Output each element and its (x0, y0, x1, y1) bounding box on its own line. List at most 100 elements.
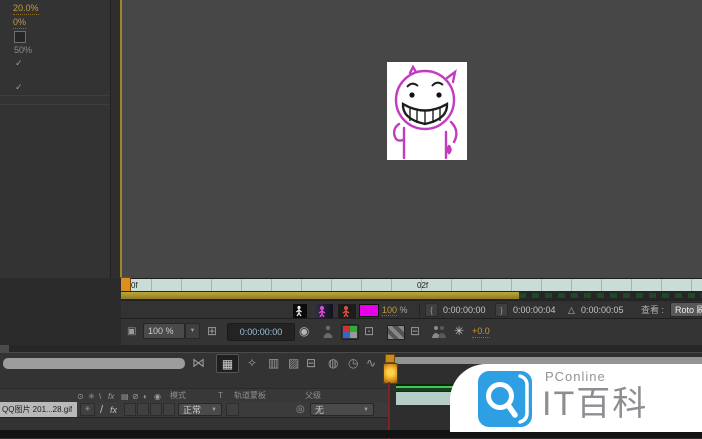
after-effects-window: { "colors": { "accent_orange": "#c79a45"… (0, 0, 702, 438)
switch-cell[interactable] (163, 403, 175, 416)
view-select-value: Roto 刷 (675, 304, 702, 316)
toggle-alpha-button[interactable] (292, 303, 308, 319)
layer-row[interactable]: QQ图片 201...28.gif ✳ / fx 正常 ▼ ◎ 无 ▼ (0, 402, 388, 418)
people-icon (431, 325, 447, 338)
region-of-interest-button[interactable]: ⊟ (410, 324, 420, 338)
overlay-opacity-value[interactable]: 100 (382, 305, 397, 316)
viewer-time-ruler[interactable]: 0f 02f (121, 278, 702, 292)
duration-delta-glyph: △ (568, 304, 575, 316)
live-update-button[interactable]: ▦ (216, 354, 239, 373)
layer-name: QQ图片 201...28.gif (0, 404, 72, 415)
exposure-value[interactable]: +0.0 (472, 325, 490, 338)
magnification-select[interactable]: 100 % (143, 323, 185, 339)
brainstorm-button[interactable]: ◍ (328, 356, 338, 370)
trkmat-t-header[interactable]: T (218, 390, 223, 402)
parent-column-header[interactable]: 父级 (305, 390, 321, 402)
roto-brush-bar: 100 % { 0:00:00:00 } 0:00:00:04 △ 0:00:0… (121, 300, 702, 319)
watermark-title: IT百科 (542, 384, 648, 424)
magnification-value: 100 % (148, 326, 174, 336)
show-channel-button[interactable] (341, 324, 359, 340)
viewer-toolbar: ▣ 100 % ▼ ⊞ 0:00:00:00 ◉ ⊡ ⊟ ✳ +0.0 (121, 318, 702, 347)
motion-blur-button[interactable]: ⊟ (306, 356, 316, 370)
current-time-field[interactable]: 0:00:00:00 (227, 323, 295, 341)
shy-layers-button[interactable]: ▥ (268, 356, 279, 370)
grid-icon: ▦ (222, 357, 233, 371)
footage-frame[interactable] (387, 62, 467, 160)
timeline-scrollbar[interactable] (3, 358, 185, 369)
parent-select[interactable]: 无 ▼ (310, 403, 374, 416)
view-label: 查看 : (641, 304, 664, 316)
graph-editor-button[interactable]: ∿ (366, 356, 376, 370)
roto-duration: 0:00:00:05 (581, 304, 624, 316)
switch-cell[interactable] (150, 403, 162, 416)
trkmat-cell[interactable] (226, 403, 239, 416)
switch-cell[interactable] (137, 403, 149, 416)
parent-value: 无 (315, 403, 324, 416)
panel-gap (0, 345, 702, 352)
property-value-3[interactable]: 50% (14, 44, 32, 56)
roto-separator (419, 303, 420, 317)
track-matte-header[interactable]: 轨道蒙板 (234, 390, 266, 402)
chevron-down-icon: ▼ (363, 407, 369, 413)
current-time-value: 0:00:00:00 (240, 326, 283, 338)
in-bracket-glyph: { (430, 306, 433, 315)
roto-out-time[interactable]: 0:00:00:04 (513, 304, 556, 316)
safe-zones-button[interactable]: ⊞ (207, 324, 217, 338)
roto-in-time[interactable]: 0:00:00:00 (443, 304, 486, 316)
exposure-button[interactable]: ✳ (454, 324, 464, 338)
watermark-card: PConline IT百科 (450, 364, 702, 432)
snapshot-button[interactable]: ◉ (299, 324, 309, 338)
watermark-logo (478, 371, 532, 432)
frame-blend-button[interactable]: ▨ (288, 356, 299, 370)
overlay-color-swatch[interactable] (359, 304, 379, 317)
cartoon-character-image (387, 62, 467, 160)
property-checkbox[interactable] (14, 31, 26, 43)
column-header-row: ⊙ ✳ \ fx ▤ ⊘ ◐ ◉ 模式 T 轨道蒙板 父级 (0, 388, 388, 403)
render-progress-bar (121, 292, 519, 299)
out-bracket-glyph: } (500, 306, 503, 315)
in-bracket-button[interactable]: { (425, 303, 438, 317)
walking-person-icon (293, 305, 305, 317)
pixel-aspect-button[interactable] (431, 325, 447, 343)
render-progress-track (121, 291, 702, 300)
chevron-down-icon: ▼ (190, 328, 196, 334)
row-divider (0, 95, 110, 96)
draft-3d-button[interactable]: ✧ (247, 356, 257, 370)
out-bracket-button[interactable]: } (495, 303, 508, 317)
toggle-alpha-boundary-button[interactable] (312, 303, 334, 319)
overlay-opacity-percent: % (400, 305, 408, 315)
property-value-1[interactable]: 20.0% (13, 2, 39, 15)
toggle-alpha-overlay-button[interactable] (337, 303, 357, 319)
property-checkmark-1[interactable]: ✓ (15, 57, 23, 69)
blend-mode-select[interactable]: 正常 ▼ (178, 403, 222, 416)
quality-icon: ✳ (85, 403, 91, 417)
transparency-grid-button[interactable] (387, 325, 405, 340)
view-layout-icon[interactable]: ▣ (127, 325, 136, 339)
view-select[interactable]: Roto 刷 (670, 302, 702, 317)
mini-flowchart-button[interactable]: ⋈ (192, 356, 205, 370)
resolution-button[interactable]: ⊡ (364, 324, 374, 338)
timeline-ruler[interactable] (390, 357, 702, 364)
left-bottom-fill (0, 278, 121, 345)
work-area-start-handle[interactable] (385, 354, 395, 363)
time-indicator-line[interactable] (120, 0, 122, 278)
magnification-arrow-button[interactable]: ▼ (185, 323, 200, 339)
watermark-brand: PConline (545, 369, 606, 384)
property-value-2[interactable]: 0% (13, 16, 26, 29)
mode-column-header[interactable]: 模式 (170, 390, 186, 402)
row-divider (0, 104, 110, 105)
timeline-time-indicator-head[interactable] (383, 363, 398, 384)
render-progress-pending (519, 293, 702, 298)
auto-keyframe-button[interactable]: ◷ (348, 356, 358, 370)
property-checkmark-2[interactable]: ✓ (15, 81, 23, 93)
alpha-overlay-icon (338, 305, 354, 317)
blend-mode-value: 正常 (183, 403, 201, 416)
parent-pickwhip-icon[interactable]: ◎ (296, 403, 305, 417)
effects-switch-icon[interactable]: fx (110, 403, 117, 417)
quality-slash-icon[interactable]: / (100, 403, 103, 417)
switch-cell[interactable] (124, 403, 136, 416)
chevron-down-icon: ▼ (211, 407, 217, 413)
quality-switch[interactable]: ✳ (80, 403, 95, 416)
layer-name-cell[interactable]: QQ图片 201...28.gif (0, 402, 77, 417)
show-snapshot-button[interactable] (321, 325, 335, 343)
